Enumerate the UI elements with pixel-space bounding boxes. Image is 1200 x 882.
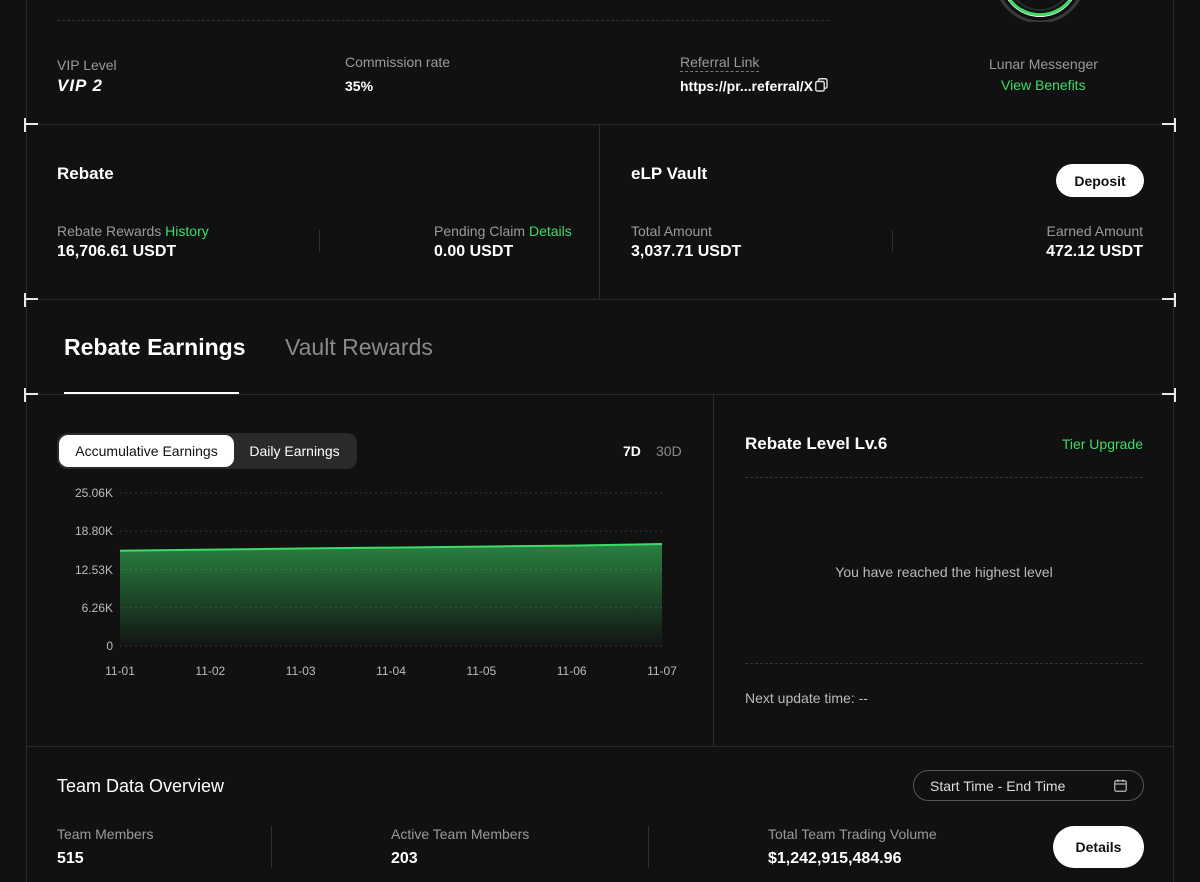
earned-amount-label: Earned Amount (1046, 223, 1143, 239)
team-details-button[interactable]: Details (1053, 826, 1144, 868)
divider (648, 826, 649, 868)
calendar-icon (1114, 779, 1127, 792)
team-data-title: Team Data Overview (57, 776, 225, 796)
divider (745, 663, 1143, 664)
rebate-level-title: Rebate Level Lv.6 (745, 434, 888, 453)
deposit-button[interactable]: Deposit (1056, 164, 1144, 197)
divider (271, 826, 272, 868)
date-range-picker[interactable]: Start Time - End Time (913, 770, 1144, 801)
divider (745, 477, 1143, 478)
earnings-area-chart (119, 492, 663, 647)
corner-mark (1162, 118, 1176, 132)
tier-upgrade-link[interactable]: Tier Upgrade (1062, 436, 1143, 452)
divider (26, 746, 1174, 747)
team-members-value: 515 (57, 850, 84, 867)
active-team-members-value: 203 (391, 850, 418, 867)
copy-icon[interactable] (815, 78, 828, 92)
next-update-time: Next update time: -- (745, 690, 868, 706)
date-range-text: Start Time - End Time (930, 777, 1066, 794)
highest-level-message: You have reached the highest level (835, 564, 1053, 580)
vip-badge-emblem (1000, 0, 1080, 22)
trading-volume-value: $1,242,915,484.96 (768, 850, 902, 867)
active-team-members-label: Active Team Members (391, 826, 530, 842)
team-members-label: Team Members (57, 826, 154, 842)
chart-area-fill (120, 544, 662, 646)
corner-mark (1162, 293, 1176, 307)
view-benefits-link[interactable]: View Benefits (1001, 77, 1086, 93)
panel-divider (713, 394, 714, 746)
earned-amount-value: 472.12 USDT (1046, 243, 1143, 260)
divider (892, 230, 893, 252)
trading-volume-label: Total Team Trading Volume (768, 826, 937, 842)
lunar-messenger-label: Lunar Messenger (989, 56, 1098, 72)
corner-mark (1162, 388, 1176, 402)
